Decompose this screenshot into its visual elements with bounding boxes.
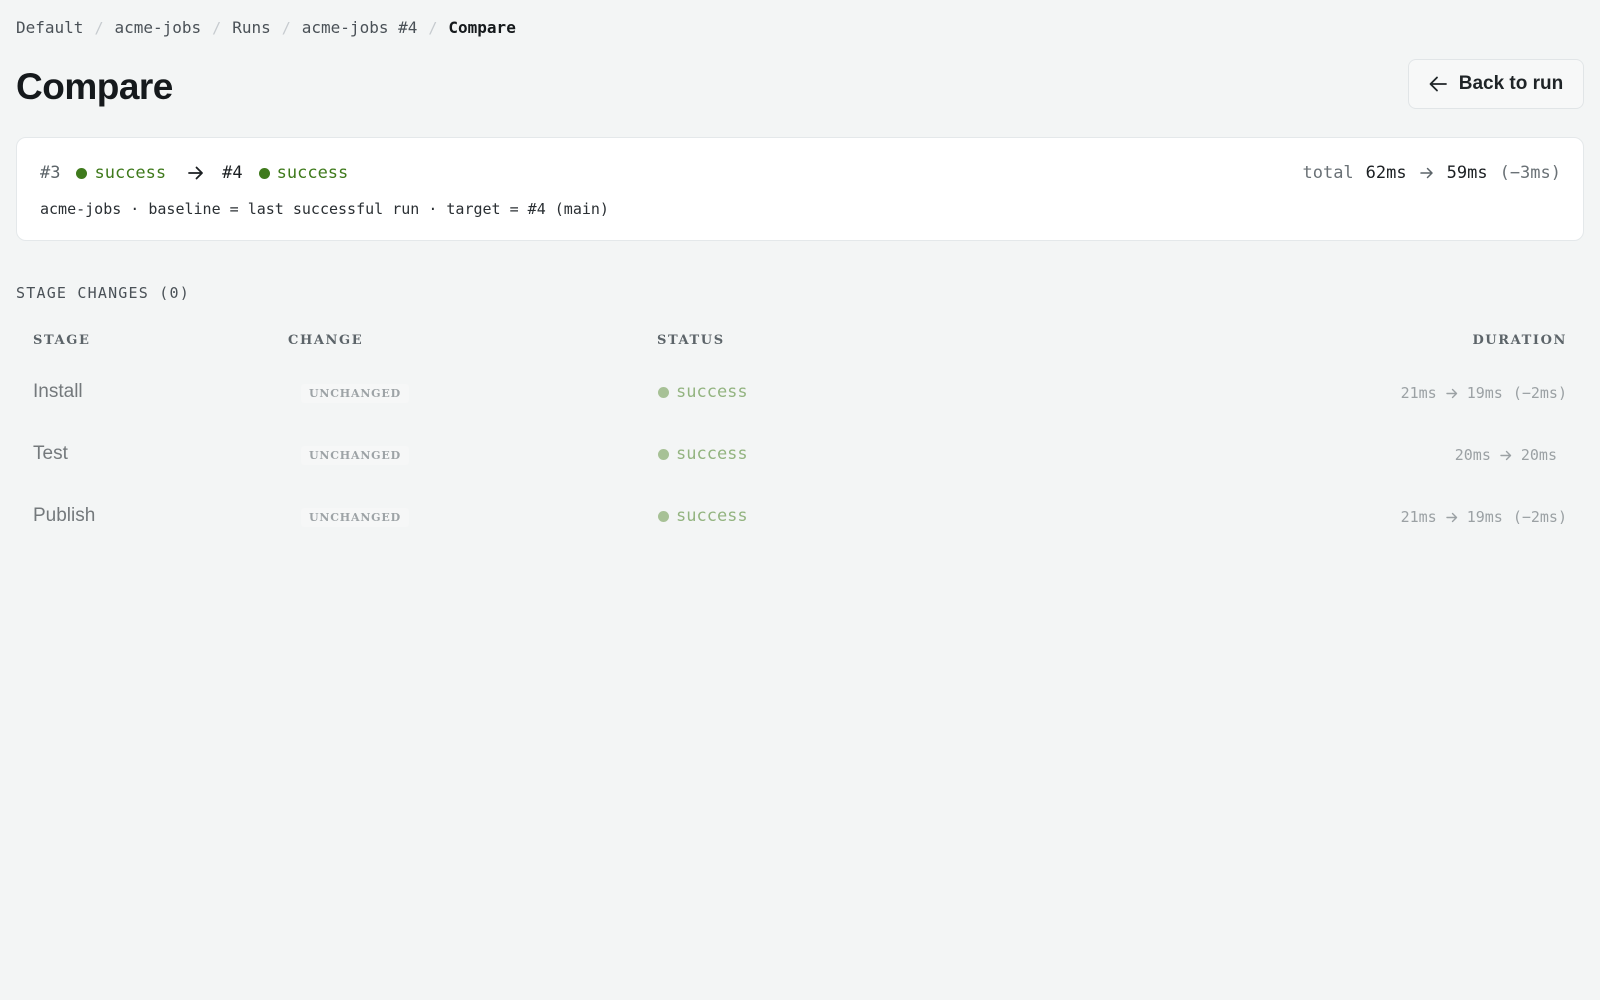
table-row[interactable]: Install UNCHANGED success 21ms 19ms (−2m…: [16, 362, 1584, 424]
total-duration: total 62ms 59ms (−3ms): [1302, 161, 1561, 185]
breadcrumb-item-runs[interactable]: Runs: [232, 18, 271, 37]
baseline-status: success: [76, 163, 166, 183]
table-row[interactable]: Publish UNCHANGED success 21ms 19ms (−2m…: [16, 486, 1584, 548]
stage-status-label: success: [676, 444, 748, 464]
stage-changes-heading: STAGE CHANGES (0): [16, 284, 190, 302]
arrow-right-icon: [1445, 512, 1458, 523]
stage-name: Test: [33, 443, 68, 464]
arrow-right-icon: [1419, 167, 1434, 179]
column-header-stage: STAGE: [33, 333, 91, 348]
baseline-status-label: success: [94, 163, 167, 183]
comparison-meta: acme-jobs · baseline = last successful r…: [40, 200, 609, 218]
breadcrumb-item-project[interactable]: acme-jobs: [114, 18, 201, 37]
duration-from: 21ms: [1400, 508, 1437, 526]
stage-status-label: success: [676, 382, 748, 402]
change-badge: UNCHANGED: [301, 384, 409, 403]
stage-duration: 20ms 20ms: [1455, 444, 1567, 466]
total-delta: (−3ms): [1499, 163, 1561, 183]
status-dot-icon: [658, 386, 669, 398]
status-dot-icon: [658, 448, 669, 460]
column-header-status: STATUS: [657, 333, 725, 348]
duration-from: 20ms: [1454, 446, 1491, 464]
column-header-change: CHANGE: [288, 333, 364, 348]
baseline-run-id[interactable]: #3: [40, 163, 60, 183]
column-header-duration: DURATION: [1472, 333, 1567, 348]
breadcrumb: Default / acme-jobs / Runs / acme-jobs #…: [16, 18, 516, 37]
breadcrumb-separator: /: [281, 18, 291, 37]
change-badge: UNCHANGED: [301, 446, 409, 465]
stage-status: success: [658, 505, 748, 527]
breadcrumb-item-default[interactable]: Default: [16, 18, 83, 37]
stage-name: Install: [33, 381, 83, 402]
arrow-right-icon: [188, 166, 204, 180]
target-status-label: success: [276, 163, 349, 183]
total-from: 62ms: [1365, 163, 1407, 183]
back-to-run-label: Back to run: [1458, 73, 1564, 94]
breadcrumb-separator: /: [428, 18, 438, 37]
breadcrumb-separator: /: [212, 18, 222, 37]
page-title: Compare: [16, 66, 173, 107]
duration-to: 19ms: [1466, 508, 1503, 526]
back-to-run-button[interactable]: Back to run: [1408, 59, 1584, 109]
table-row[interactable]: Test UNCHANGED success 20ms 20ms: [16, 424, 1584, 486]
total-label: total: [1302, 163, 1354, 183]
breadcrumb-item-run[interactable]: acme-jobs #4: [302, 18, 418, 37]
status-dot-icon: [658, 510, 669, 522]
stage-duration: 21ms 19ms (−2ms): [1401, 382, 1567, 404]
target-run-id[interactable]: #4: [222, 163, 242, 183]
status-dot-icon: [258, 167, 270, 179]
duration-delta: (−2ms): [1512, 508, 1567, 526]
duration-to: 20ms: [1520, 446, 1557, 464]
arrow-right-icon: [1445, 388, 1458, 399]
duration-to: 19ms: [1466, 384, 1503, 402]
target-status: success: [258, 163, 349, 183]
stage-duration: 21ms 19ms (−2ms): [1401, 506, 1567, 528]
duration-from: 21ms: [1400, 384, 1437, 402]
total-to: 59ms: [1446, 163, 1488, 183]
status-dot-icon: [76, 167, 88, 179]
run-transition: #3 success #4 success: [40, 161, 348, 185]
comparison-summary-card: #3 success #4 success acme-jobs · baseli…: [16, 137, 1584, 241]
arrow-left-icon: [1429, 76, 1447, 92]
breadcrumb-item-current: Compare: [448, 18, 516, 37]
duration-delta: (−2ms): [1512, 384, 1567, 402]
stage-name: Publish: [33, 505, 96, 526]
arrow-right-icon: [1500, 450, 1512, 461]
change-badge: UNCHANGED: [301, 508, 409, 527]
breadcrumb-separator: /: [94, 18, 104, 37]
stage-status-label: success: [676, 506, 748, 526]
stage-status: success: [658, 443, 748, 465]
stage-status: success: [658, 381, 748, 403]
